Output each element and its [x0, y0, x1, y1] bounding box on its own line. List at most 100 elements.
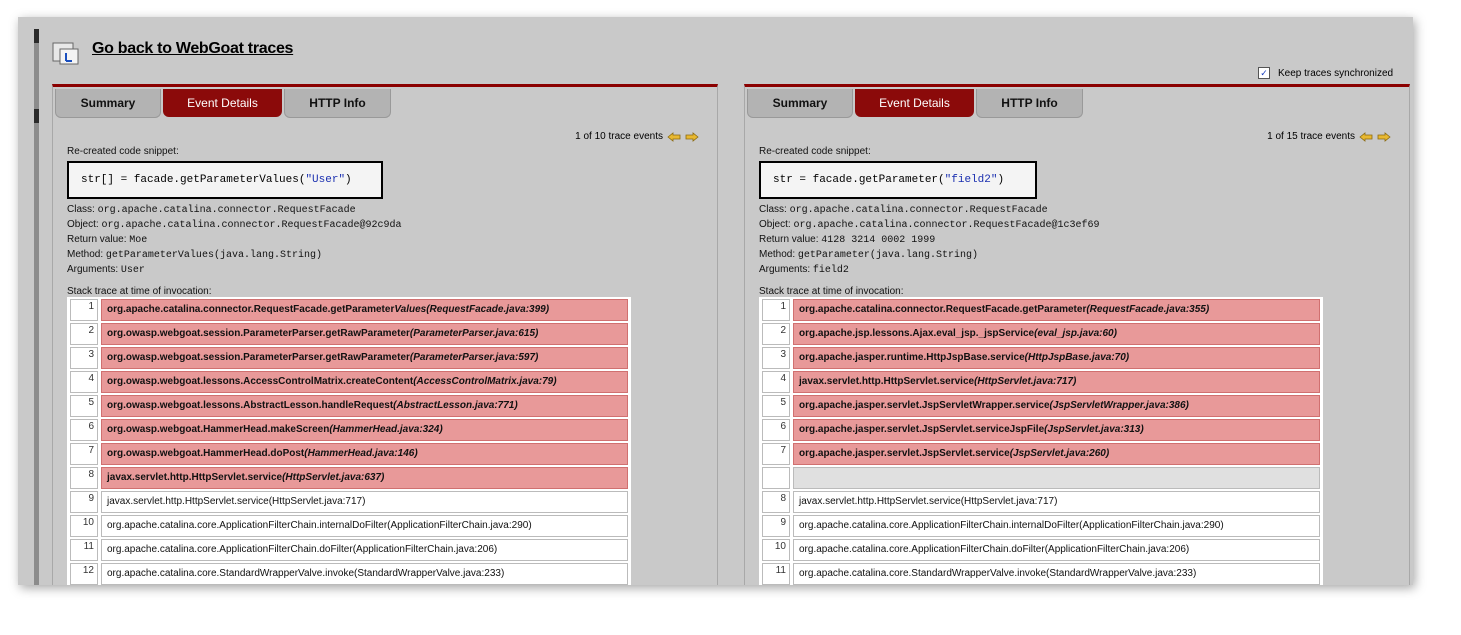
frame-number: 3 [70, 347, 98, 369]
frame-method: (HttpServlet.java:717) [974, 376, 1077, 387]
class-label: Class: [67, 204, 95, 215]
back-to-traces-link[interactable]: Go back to WebGoat traces [92, 40, 293, 58]
frame-number: 1 [762, 299, 790, 321]
frame-number: 9 [762, 515, 790, 537]
frame-text: org.owasp.webgoat.lessons.AbstractLesson… [101, 395, 628, 417]
frame-method: (ParameterParser.java:597) [409, 352, 539, 363]
stack-row[interactable]: 9 javax.servlet.http.HttpServlet.service(… [70, 491, 628, 513]
snippet-close: ) [345, 174, 352, 186]
stack-row[interactable]: 1 org.apache.catalina.connector.RequestFa… [762, 299, 1320, 321]
stack-row[interactable]: 4 org.owasp.webgoat.lessons.AccessControl… [70, 371, 628, 393]
frame-text: org.apache.jasper.servlet.JspServletWrap… [793, 395, 1320, 417]
alignment-gap [793, 467, 1320, 489]
snippet-close: ) [997, 174, 1005, 186]
frame-text: org.apache.catalina.core.StandardWrapper… [101, 563, 628, 585]
frame-method: Values(RequestFacade.java:399) [394, 304, 550, 315]
stack-row[interactable]: 8 javax.servlet.http.HttpServlet.service(… [70, 467, 628, 489]
frame-method: (HammerHead.java:146) [304, 448, 418, 459]
tab-summary[interactable]: Summary [55, 89, 161, 118]
stack-row[interactable]: 12 org.apache.catalina.core.StandardWrapp… [70, 563, 628, 585]
stack-row[interactable]: 1 org.apache.catalina.connector.RequestFa… [70, 299, 628, 321]
frame-text: org.owasp.webgoat.HammerHead.makeScreen(… [101, 419, 628, 441]
tab-event-details[interactable]: Event Details [163, 89, 282, 117]
stack-row[interactable]: 3 org.apache.jasper.runtime.HttpJspBase.s… [762, 347, 1320, 369]
frame-class: org.owasp.webgoat.HammerHead.doPost [107, 448, 305, 459]
stack-row[interactable]: 5 org.owasp.webgoat.lessons.AbstractLesso… [70, 395, 628, 417]
stack-row[interactable]: 3 org.owasp.webgoat.session.ParameterPars… [70, 347, 628, 369]
left-trace-panel: Summary Event Details HTTP Info 1 of 10 … [52, 84, 718, 585]
frame-number: 10 [762, 539, 790, 561]
previous-event-icon[interactable] [667, 131, 681, 142]
frame-class: org.owasp.webgoat.session.ParameterParse… [107, 352, 410, 363]
stack-row[interactable]: 5 org.apache.jasper.servlet.JspServletWra… [762, 395, 1320, 417]
arguments-value: field2 [812, 265, 849, 276]
stack-row[interactable]: 6 org.owasp.webgoat.HammerHead.makeScreen… [70, 419, 628, 441]
frame-number: 12 [70, 563, 98, 585]
frame-class: org.apache.jasper.servlet.JspServlet.ser… [799, 424, 1045, 435]
snippet-code: str = facade.getParameter( [773, 174, 945, 186]
stack-row[interactable]: 9 org.apache.catalina.core.ApplicationFil… [762, 515, 1320, 537]
frame-number: 5 [762, 395, 790, 417]
stack-row[interactable]: 4 javax.servlet.http.HttpServlet.service(… [762, 371, 1320, 393]
back-traces-icon[interactable] [52, 41, 80, 65]
frame-number: 8 [70, 467, 98, 489]
stack-row[interactable]: 10 org.apache.catalina.core.ApplicationFi… [70, 515, 628, 537]
stack-row[interactable]: 11 org.apache.catalina.core.ApplicationFi… [70, 539, 628, 561]
previous-event-icon[interactable] [1359, 131, 1373, 142]
snippet-label: Re-created code snippet: [759, 146, 871, 157]
frame-text: javax.servlet.http.HttpServlet.service(H… [101, 491, 628, 513]
frame-class: org.apache.jasper.servlet.JspServlet.ser… [799, 448, 1010, 459]
frame-number: 10 [70, 515, 98, 537]
tab-http-info[interactable]: HTTP Info [976, 89, 1083, 118]
return-label: Return value: [759, 234, 819, 245]
code-snippet: str = facade.getParameter("field2") [759, 161, 1037, 199]
arguments-label: Arguments: [67, 264, 119, 275]
frame-text: org.apache.catalina.connector.RequestFac… [793, 299, 1320, 321]
stack-row[interactable]: 7 org.apache.jasper.servlet.JspServlet.se… [762, 443, 1320, 465]
left-tab-bar: Summary Event Details HTTP Info [55, 89, 393, 118]
arguments-value: User [120, 265, 145, 276]
frame-number: 1 [70, 299, 98, 321]
next-event-icon[interactable] [685, 131, 699, 142]
stack-row[interactable]: 11 org.apache.catalina.core.StandardWrapp… [762, 563, 1320, 585]
frame-number [762, 467, 790, 489]
rail-marker-top [34, 29, 39, 43]
sync-checkbox[interactable]: ✓ [1258, 67, 1270, 79]
tab-event-details[interactable]: Event Details [855, 89, 974, 117]
arguments-label: Arguments: [759, 264, 811, 275]
object-label: Object: [759, 219, 791, 230]
frame-text: org.owasp.webgoat.session.ParameterParse… [101, 323, 628, 345]
snippet-argument: "User" [305, 174, 346, 186]
stack-row[interactable]: 8 javax.servlet.http.HttpServlet.service(… [762, 491, 1320, 513]
stack-trace-table: 1 org.apache.catalina.connector.RequestFa… [67, 297, 631, 585]
return-label: Return value: [67, 234, 127, 245]
return-value: Moe [129, 235, 148, 246]
stack-row[interactable]: 2 org.owasp.webgoat.session.ParameterPars… [70, 323, 628, 345]
trace-event-counter: 1 of 15 trace events [1267, 131, 1391, 142]
frame-number: 4 [70, 371, 98, 393]
frame-class: org.owasp.webgoat.lessons.AbstractLesson… [107, 400, 394, 411]
invocation-details: Class: org.apache.catalina.connector.Req… [759, 203, 1100, 278]
stack-row[interactable]: 2 org.apache.jsp.lessons.Ajax.eval_jsp._j… [762, 323, 1320, 345]
stack-trace-table: 1 org.apache.catalina.connector.RequestFa… [759, 297, 1323, 585]
tab-summary[interactable]: Summary [747, 89, 853, 118]
tab-http-info[interactable]: HTTP Info [284, 89, 391, 118]
counter-text: 1 of 10 trace events [575, 131, 663, 142]
next-event-icon[interactable] [1377, 131, 1391, 142]
method-label: Method: [67, 249, 104, 260]
frame-number: 2 [70, 323, 98, 345]
snippet-argument: "field2" [944, 174, 998, 186]
stack-row[interactable]: 7 org.owasp.webgoat.HammerHead.doPost(Ham… [70, 443, 628, 465]
frame-method: (JspServlet.java:260) [1009, 448, 1110, 459]
sync-traces-option[interactable]: ✓ Keep traces synchronized [1258, 67, 1393, 79]
frame-class: org.owasp.webgoat.lessons.AccessControlM… [107, 376, 414, 387]
frame-text: org.apache.jasper.runtime.HttpJspBase.se… [793, 347, 1320, 369]
frame-text: org.apache.jasper.servlet.JspServlet.ser… [793, 419, 1320, 441]
frame-number: 8 [762, 491, 790, 513]
stack-row[interactable]: 6 org.apache.jasper.servlet.JspServlet.se… [762, 419, 1320, 441]
right-trace-panel: Summary Event Details HTTP Info 1 of 15 … [744, 84, 1410, 585]
frame-number: 4 [762, 371, 790, 393]
frame-number: 11 [70, 539, 98, 561]
stack-row[interactable]: 10 org.apache.catalina.core.ApplicationFi… [762, 539, 1320, 561]
frame-class: org.owasp.webgoat.HammerHead.makeScreen [107, 424, 330, 435]
